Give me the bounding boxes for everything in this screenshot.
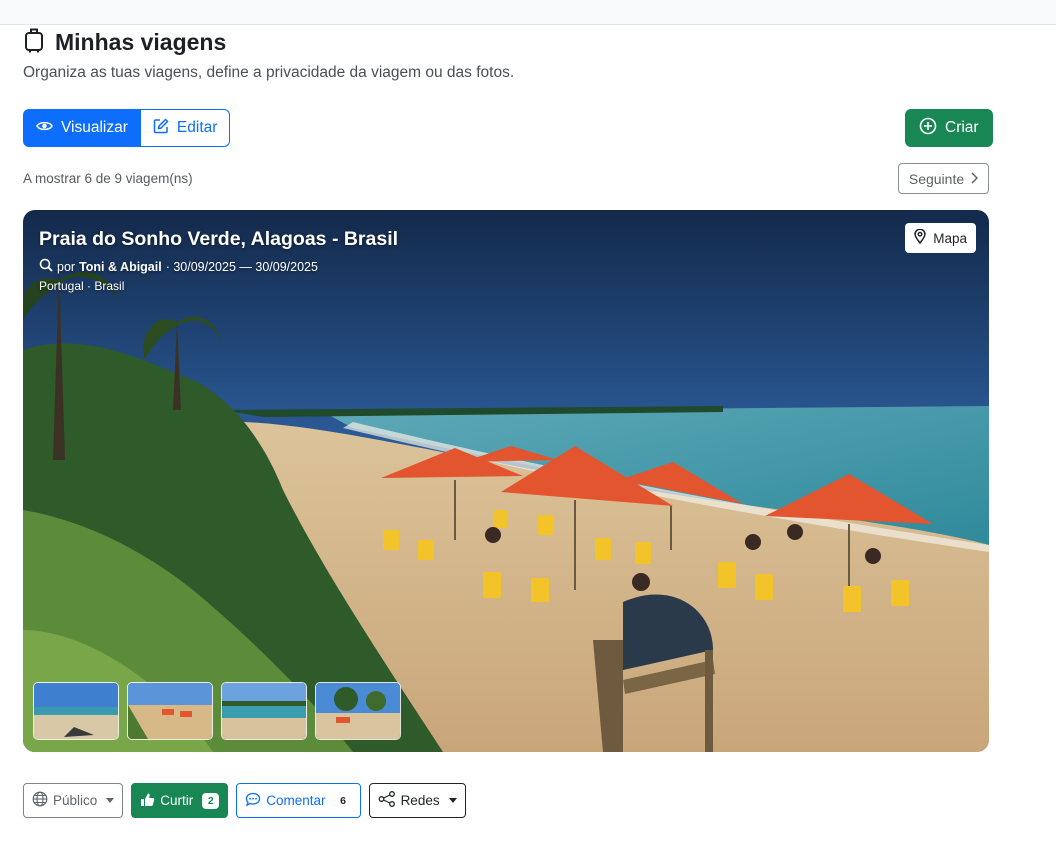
- comment-button[interactable]: Comentar 6: [236, 783, 361, 818]
- photo-thumbnails: [33, 682, 401, 740]
- trip-authors[interactable]: Toni & Abigail: [79, 260, 162, 274]
- edit-icon: [153, 117, 169, 139]
- chevron-down-icon: [448, 798, 457, 803]
- like-count-badge: 2: [202, 792, 220, 809]
- results-count: A mostrar 6 de 9 viagem(ns): [23, 171, 193, 186]
- chevron-right-icon: [970, 171, 979, 187]
- view-button-label: Visualizar: [61, 119, 128, 136]
- edit-button[interactable]: Editar: [140, 109, 231, 147]
- comment-label: Comentar: [266, 793, 326, 808]
- eye-icon: [36, 119, 53, 137]
- plus-circle-icon: [919, 117, 937, 140]
- photo-thumbnail[interactable]: [33, 682, 119, 740]
- view-mode-toggle: Visualizar Editar: [23, 109, 231, 147]
- page-subtitle: Organiza as tuas viagens, define a priva…: [23, 64, 515, 81]
- trip-actions: Público Curtir 2 Comentar 6 Redes: [23, 783, 466, 818]
- map-pin-icon: [914, 228, 926, 247]
- trip-by-label: por: [57, 259, 76, 274]
- share-label: Redes: [400, 793, 440, 808]
- photo-thumbnail[interactable]: [221, 682, 307, 740]
- search-icon[interactable]: [39, 258, 53, 275]
- trip-dates: · 30/09/2025 — 30/09/2025: [165, 259, 318, 274]
- globe-icon: [32, 791, 48, 810]
- photo-thumbnail[interactable]: [127, 682, 213, 740]
- photo-thumbnail[interactable]: [315, 682, 401, 740]
- trip-card[interactable]: Praia do Sonho Verde, Alagoas - Brasil p…: [23, 210, 989, 752]
- comment-count-badge: 6: [340, 794, 346, 807]
- chevron-down-icon: [106, 798, 115, 803]
- comment-icon: [245, 792, 261, 810]
- trip-meta: por Toni & Abigail · 30/09/2025 — 30/09/…: [39, 258, 398, 275]
- share-dropdown[interactable]: Redes: [368, 783, 466, 818]
- trip-title: Praia do Sonho Verde, Alagoas - Brasil: [39, 228, 399, 250]
- map-button[interactable]: Mapa: [905, 223, 976, 253]
- page-title: Minhas viagens: [55, 29, 227, 55]
- create-button[interactable]: Criar: [905, 109, 993, 147]
- edit-button-label: Editar: [176, 119, 218, 136]
- next-page-label: Seguinte: [908, 170, 965, 187]
- view-button[interactable]: Visualizar: [23, 109, 141, 147]
- privacy-dropdown[interactable]: Público: [23, 783, 124, 818]
- luggage-icon: [23, 27, 45, 58]
- like-label: Curtir: [160, 793, 194, 808]
- map-button-label: Mapa: [933, 230, 967, 246]
- trip-info-overlay: Praia do Sonho Verde, Alagoas - Brasil p…: [39, 228, 398, 293]
- share-icon: [378, 791, 396, 810]
- top-navbar: [0, 0, 1056, 25]
- thumbs-up-icon: [140, 792, 155, 810]
- next-page-button[interactable]: Seguinte: [898, 163, 989, 194]
- create-button-label: Criar: [945, 119, 979, 136]
- page-header: Minhas viagens: [23, 27, 226, 58]
- privacy-label: Público: [53, 793, 98, 808]
- like-button[interactable]: Curtir 2: [131, 783, 229, 818]
- trip-location: Portugal · Brasil: [39, 279, 125, 293]
